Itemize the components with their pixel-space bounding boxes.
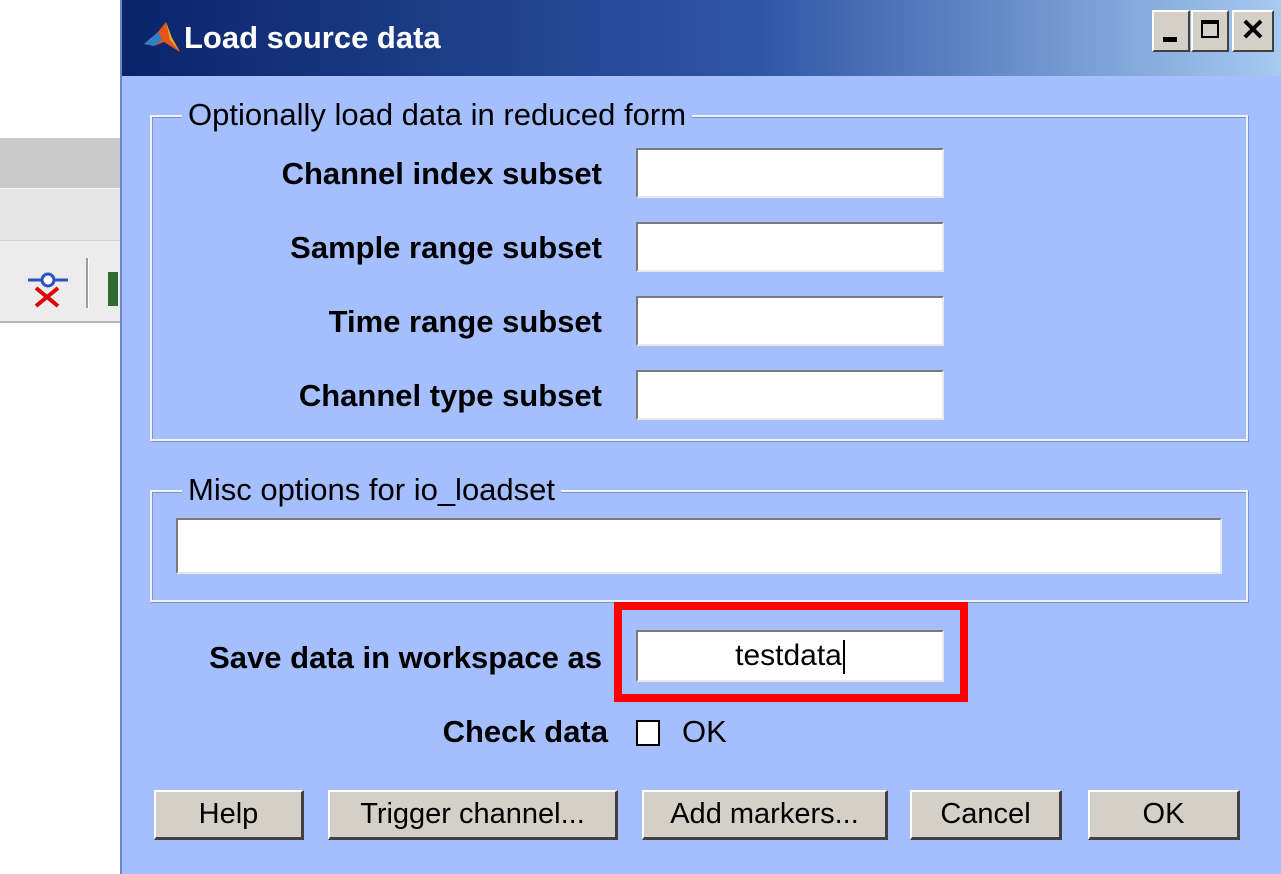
trigger-channel-button[interactable]: Trigger channel... <box>328 790 618 840</box>
misc-options-input[interactable] <box>176 518 1222 574</box>
matlab-membrane-icon <box>144 22 180 52</box>
help-button[interactable]: Help <box>154 790 304 840</box>
load-source-data-dialog: Load source data ✕ Optionally load data … <box>122 0 1281 874</box>
delete-link-icon[interactable] <box>28 270 68 310</box>
check-data-label: Check data <box>442 714 608 749</box>
toolbar-separator <box>86 258 89 308</box>
channel-type-label: Channel type subset <box>298 378 602 413</box>
maximize-icon <box>1201 20 1219 38</box>
close-icon: ✕ <box>1240 14 1266 47</box>
channel-index-label: Channel index subset <box>281 156 602 191</box>
background-window-header <box>0 138 140 188</box>
background-window <box>0 130 140 330</box>
time-range-label: Time range subset <box>328 304 602 339</box>
channel-type-input[interactable] <box>636 370 944 420</box>
check-data-checkbox-label[interactable]: OK <box>682 710 727 754</box>
toolbar-tool-icon[interactable] <box>108 272 118 306</box>
close-button[interactable]: ✕ <box>1232 10 1274 52</box>
background-toolbar <box>0 240 140 323</box>
background-window-menu-band <box>0 188 140 241</box>
check-data-checkbox[interactable] <box>636 720 660 746</box>
sample-range-input[interactable] <box>636 222 944 272</box>
minimize-button[interactable] <box>1152 10 1190 52</box>
title-bar[interactable]: Load source data ✕ <box>122 0 1281 76</box>
save-as-label: Save data in workspace as <box>209 640 602 675</box>
reduced-form-legend: Optionally load data in reduced form <box>182 93 693 137</box>
channel-index-input[interactable] <box>636 148 944 198</box>
minimize-icon <box>1163 37 1177 42</box>
ok-button[interactable]: OK <box>1088 790 1240 840</box>
cancel-button[interactable]: Cancel <box>910 790 1062 840</box>
time-range-input[interactable] <box>636 296 944 346</box>
dialog-title: Load source data <box>184 20 441 55</box>
highlight-annotation <box>614 602 968 702</box>
misc-options-legend: Misc options for io_loadset <box>182 468 562 512</box>
sample-range-label: Sample range subset <box>290 230 602 265</box>
add-markers-button[interactable]: Add markers... <box>642 790 888 840</box>
maximize-button[interactable] <box>1191 10 1229 52</box>
